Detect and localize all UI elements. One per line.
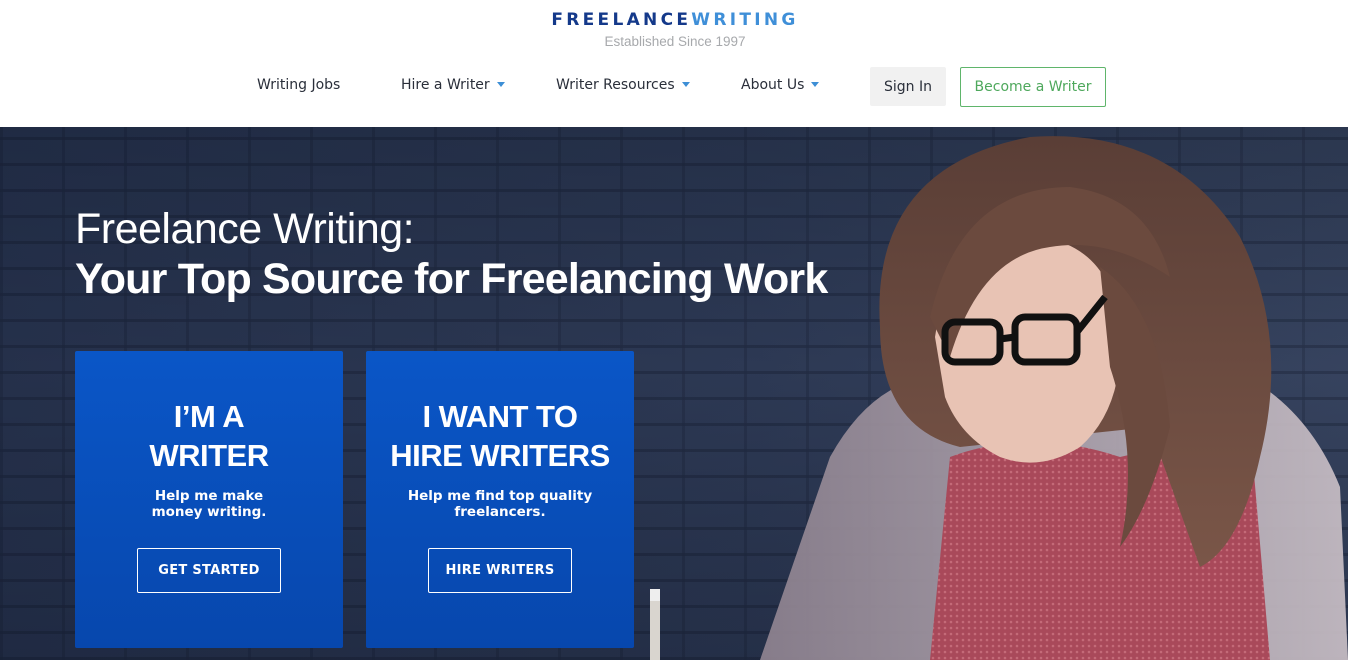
sign-in-button[interactable]: Sign In bbox=[870, 67, 946, 106]
nav-label: Hire a Writer bbox=[401, 77, 490, 93]
nav-hire-a-writer[interactable]: Hire a Writer bbox=[401, 77, 505, 93]
card-title: I’M A WRITER bbox=[75, 397, 343, 475]
nav-writing-jobs[interactable]: Writing Jobs bbox=[257, 77, 340, 93]
logo-part1: FREELANCE bbox=[551, 10, 692, 30]
card-title-line: I’M A bbox=[173, 399, 245, 434]
caret-down-icon bbox=[681, 81, 690, 87]
card-title: I WANT TO HIRE WRITERS bbox=[366, 397, 634, 475]
card-title-line: I WANT TO bbox=[422, 399, 578, 434]
logo-tagline: Established Since 1997 bbox=[604, 34, 746, 49]
become-writer-button[interactable]: Become a Writer bbox=[960, 67, 1106, 107]
hero-subtitle: Your Top Source for Freelancing Work bbox=[75, 255, 828, 303]
card-title-line: WRITER bbox=[149, 438, 269, 473]
nav-label: Writing Jobs bbox=[257, 77, 341, 93]
nav-label: Writer Resources bbox=[556, 77, 675, 93]
logo-part2: WRITING bbox=[691, 10, 799, 30]
nav-about-us[interactable]: About Us bbox=[741, 77, 820, 93]
card-desc-line: money writing. bbox=[151, 504, 267, 520]
card-desc-line: Help me find top quality bbox=[407, 488, 593, 504]
caret-down-icon bbox=[811, 81, 820, 87]
hero-section: Freelance Writing: Your Top Source for F… bbox=[0, 127, 1348, 660]
card-desc-line: freelancers. bbox=[454, 504, 546, 520]
get-started-button[interactable]: GET STARTED bbox=[137, 548, 281, 593]
hire-writers-card: I WANT TO HIRE WRITERS Help me find top … bbox=[366, 351, 634, 648]
card-desc-line: Help me make bbox=[154, 488, 264, 504]
logo-wordmark[interactable]: FREELANCEWRITING bbox=[540, 10, 810, 30]
caret-down-icon bbox=[496, 81, 505, 87]
site-logo[interactable]: FREELANCEWRITING Established Since 1997 bbox=[540, 10, 810, 49]
hire-writers-button[interactable]: HIRE WRITERS bbox=[428, 548, 572, 593]
hero-title: Freelance Writing: bbox=[75, 205, 415, 253]
nav-label: About Us bbox=[741, 77, 805, 93]
nav-writer-resources[interactable]: Writer Resources bbox=[556, 77, 690, 93]
card-description: Help me make money writing. bbox=[75, 488, 343, 520]
writer-card: I’M A WRITER Help me make money writing.… bbox=[75, 351, 343, 648]
card-title-line: HIRE WRITERS bbox=[390, 438, 610, 473]
site-header: FREELANCEWRITING Established Since 1997 … bbox=[0, 0, 1348, 127]
card-description: Help me find top quality freelancers. bbox=[366, 488, 634, 520]
